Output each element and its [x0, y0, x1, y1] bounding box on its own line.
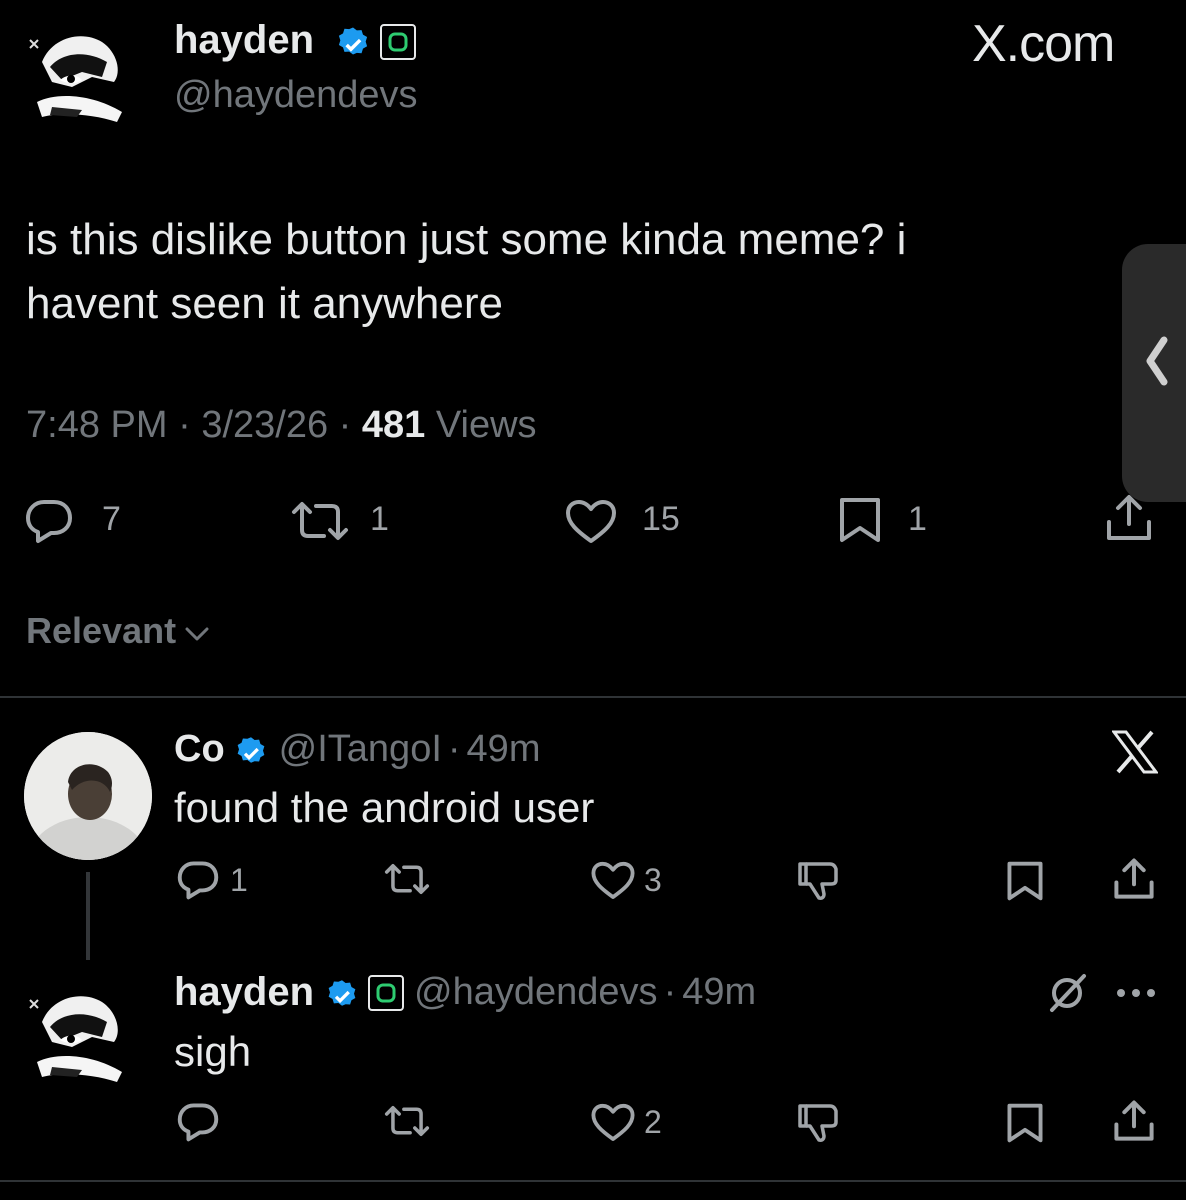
reply1-author-name[interactable]: Co [174, 728, 225, 771]
more-options-icon[interactable] [1116, 988, 1156, 998]
reply-icon[interactable] [24, 498, 74, 544]
reply1-text: found the android user [174, 784, 595, 831]
reply2-handle[interactable]: @haydendevs [414, 971, 658, 1014]
meta-separator: · [178, 404, 191, 446]
heart-icon[interactable] [590, 860, 636, 900]
chevron-down-icon [185, 627, 209, 641]
like-count: 15 [642, 500, 680, 538]
divider [0, 696, 1186, 698]
bookmark-icon[interactable] [1006, 1102, 1044, 1144]
like-count: 2 [644, 1104, 662, 1140]
reply2-text: sigh [174, 1028, 252, 1075]
site-watermark: X.com [972, 15, 1115, 73]
tweet-text: is this dislike button just some kinda m… [26, 208, 906, 336]
affiliate-badge-icon [380, 24, 416, 60]
sort-label: Relevant [26, 610, 177, 651]
reply2-avatar[interactable] [22, 982, 134, 1094]
tweet-meta: 7:48 PM · 3/23/26 · 481 Views [26, 404, 537, 447]
side-panel-handle[interactable] [1122, 244, 1186, 502]
repost-icon[interactable] [382, 1104, 432, 1138]
reply2-header: hayden @haydendevs · 49m [174, 970, 756, 1015]
share-icon[interactable] [1104, 492, 1154, 544]
meta-separator: · [663, 971, 677, 1013]
reply2-author-name[interactable]: hayden [174, 970, 314, 1015]
reply1-handle[interactable]: @ITangoI [279, 728, 442, 771]
heart-icon[interactable] [564, 498, 618, 544]
bookmark-icon[interactable] [838, 496, 882, 544]
reply2-time[interactable]: 49m [682, 971, 756, 1014]
dislike-icon[interactable] [796, 1102, 840, 1144]
chevron-left-icon [1146, 336, 1168, 386]
x-logo-icon [1111, 730, 1159, 779]
verified-badge-icon [324, 975, 360, 1011]
verified-badge-icon [334, 22, 372, 60]
reply-count: 7 [102, 500, 121, 538]
author-handle[interactable]: @haydendevs [174, 74, 418, 117]
repost-icon[interactable] [382, 862, 432, 896]
divider [0, 1180, 1186, 1182]
grok-icon[interactable] [1046, 972, 1088, 1014]
repost-count: 1 [370, 500, 389, 538]
heart-icon[interactable] [590, 1102, 636, 1142]
reply-icon[interactable] [176, 860, 220, 900]
author-avatar[interactable] [22, 22, 134, 134]
bookmark-count: 1 [908, 500, 927, 538]
tweet-text-line1: is this dislike button just some kinda m… [26, 215, 907, 264]
views-count: 481 [361, 404, 426, 446]
views-label: Views [435, 404, 537, 446]
reply1-header: Co @ITangoI · 49m [174, 728, 540, 771]
share-icon[interactable] [1112, 856, 1156, 902]
tweet-text-line2: havent seen it anywhere [26, 279, 503, 328]
author-name[interactable]: hayden [174, 18, 314, 63]
meta-separator: · [338, 404, 352, 446]
sort-dropdown[interactable]: Relevant [26, 610, 210, 652]
bookmark-icon[interactable] [1006, 860, 1044, 902]
affiliate-badge-icon [368, 974, 405, 1011]
share-icon[interactable] [1112, 1098, 1156, 1144]
tweet-date[interactable]: 3/23/26 [201, 404, 328, 446]
meta-separator: · [447, 728, 461, 770]
reply-thread-line [86, 872, 90, 960]
reply1-avatar[interactable] [24, 732, 152, 860]
repost-icon[interactable] [288, 500, 352, 542]
dislike-icon[interactable] [796, 860, 840, 902]
reply-count: 1 [230, 862, 248, 898]
like-count: 3 [644, 862, 662, 898]
reply1-time[interactable]: 49m [467, 728, 541, 771]
reply-icon[interactable] [176, 1102, 220, 1142]
verified-badge-icon [233, 732, 269, 768]
tweet-time[interactable]: 7:48 PM [26, 404, 168, 446]
